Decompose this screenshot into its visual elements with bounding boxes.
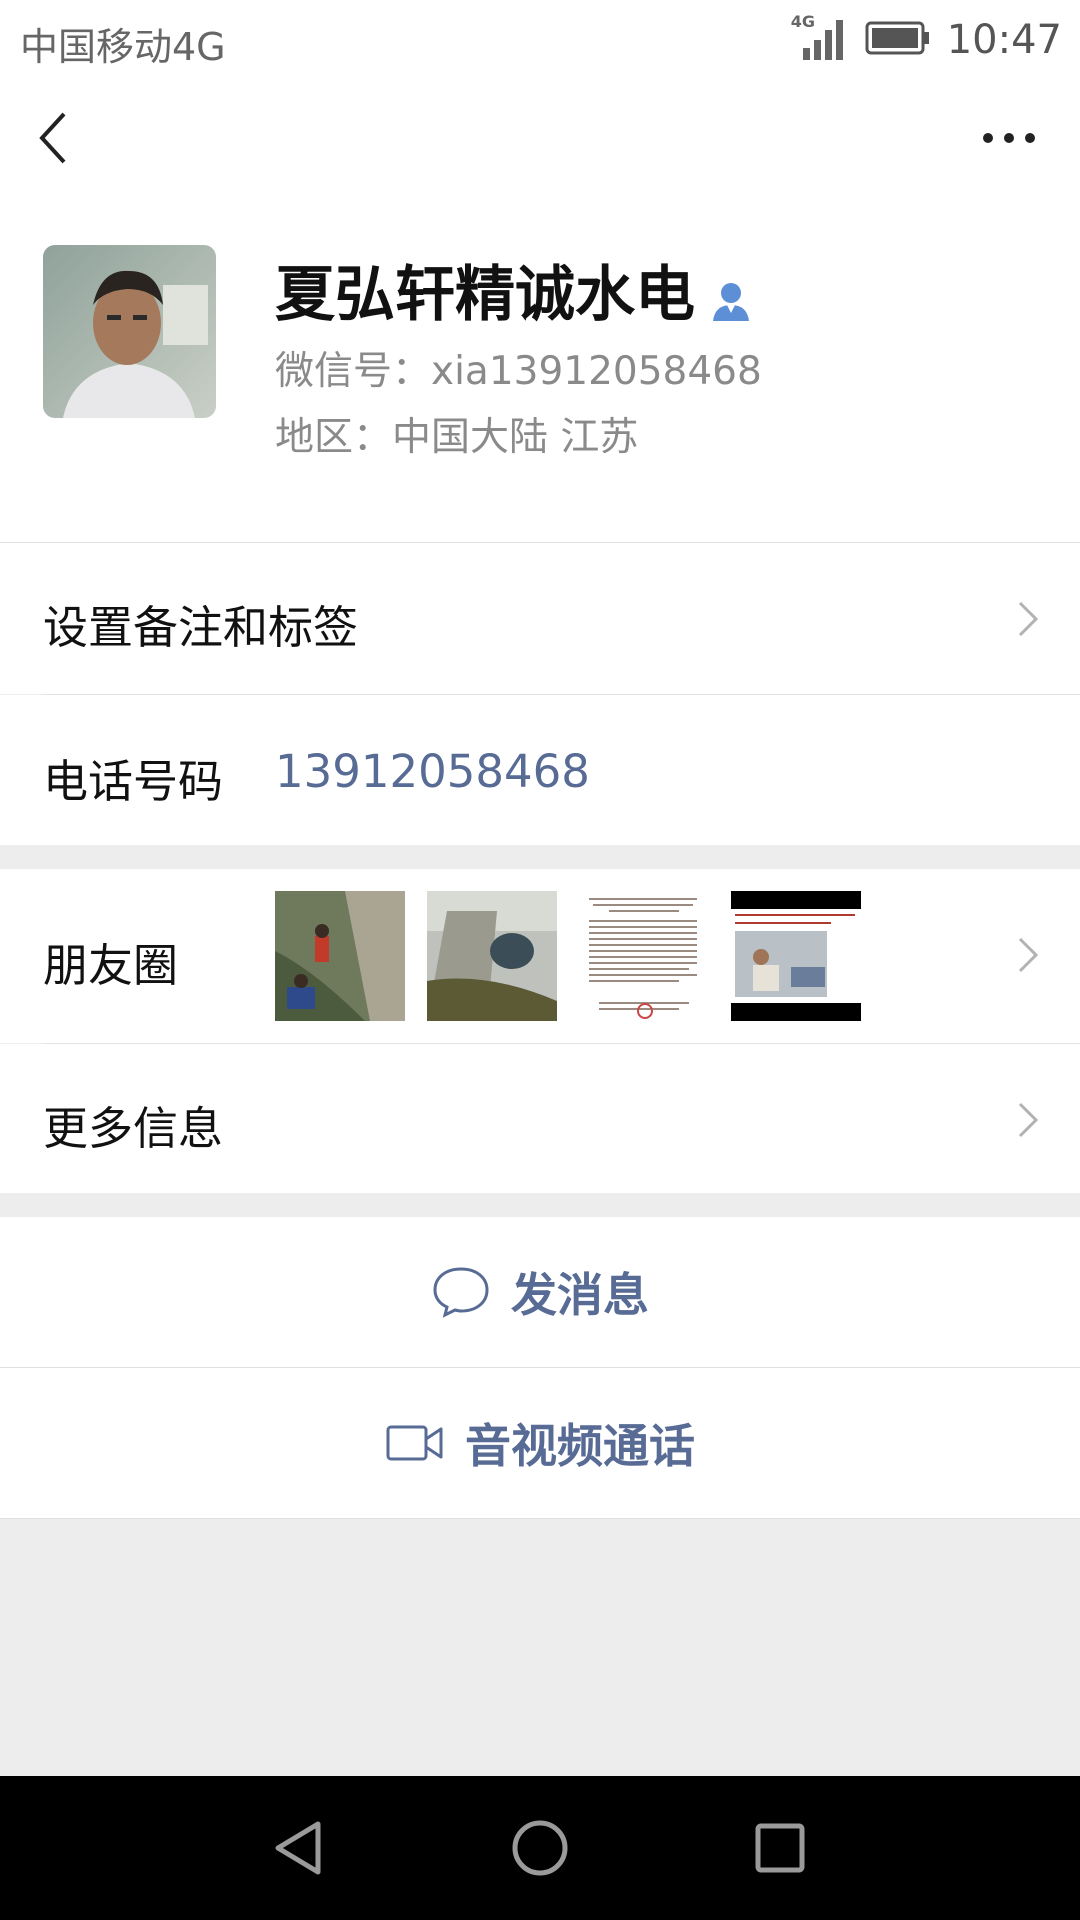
video-call-button[interactable]: 音视频通话 — [0, 1368, 1080, 1518]
chevron-right-icon — [1018, 1102, 1039, 1138]
square-recents-icon — [755, 1823, 805, 1873]
system-nav-bar — [0, 1776, 1080, 1920]
profile-header: 夏弘轩精诚水电 微信号：xia13912058468 地区：中国大陆 江苏 — [0, 198, 1080, 542]
nav-back-button[interactable] — [270, 1818, 330, 1878]
moments-label: 朋友圈 — [43, 939, 179, 992]
send-message-label: 发消息 — [511, 1268, 649, 1322]
phone-row[interactable]: 电话号码 13912058468 — [0, 695, 1080, 845]
chevron-right-icon — [1018, 937, 1039, 973]
carrier-label: 中国移动4G — [20, 25, 226, 69]
phone-number[interactable]: 13912058468 — [275, 745, 590, 798]
contact-name: 夏弘轩精诚水电 — [275, 246, 753, 333]
divider — [0, 1518, 1080, 1519]
top-bar — [0, 78, 1080, 198]
video-call-label: 音视频通话 — [465, 1419, 695, 1473]
more-info-row[interactable]: 更多信息 — [0, 1044, 1080, 1193]
nav-home-button[interactable] — [510, 1818, 570, 1878]
more-info-label: 更多信息 — [43, 1102, 224, 1155]
triangle-back-icon — [275, 1821, 321, 1875]
moments-row[interactable]: 朋友圈 — [0, 869, 1080, 1043]
avatar[interactable] — [43, 245, 216, 418]
circle-home-icon — [512, 1820, 568, 1876]
video-camera-icon — [386, 1425, 443, 1461]
person-icon — [709, 268, 753, 321]
remark-row[interactable]: 设置备注和标签 — [0, 543, 1080, 694]
wechat-id: 微信号：xia13912058468 — [275, 349, 762, 394]
back-button[interactable] — [30, 106, 78, 170]
contact-profile-screen: 中国移动4G 4G 10:47 夏弘轩精诚水电 微信号：xia139120584… — [0, 0, 1080, 1920]
moments-thumbnail — [427, 891, 557, 1021]
region: 地区：中国大陆 江苏 — [275, 415, 639, 460]
remark-label: 设置备注和标签 — [43, 601, 359, 654]
status-bar: 中国移动4G 4G 10:47 — [0, 0, 1080, 78]
status-indicators: 4G 10:47 — [791, 10, 1062, 70]
chat-bubble-icon — [433, 1267, 489, 1318]
clock: 10:47 — [946, 17, 1062, 63]
moments-thumbnails — [275, 891, 883, 1021]
phone-label: 电话号码 — [43, 755, 224, 808]
nav-recents-button[interactable] — [750, 1818, 810, 1878]
send-message-button[interactable]: 发消息 — [0, 1217, 1080, 1367]
chevron-right-icon — [1018, 601, 1039, 637]
moments-thumbnail — [275, 891, 405, 1021]
battery-icon — [865, 21, 931, 59]
signal-icon: 4G — [791, 12, 847, 62]
moments-thumbnail — [731, 891, 861, 1021]
more-dots-icon — [983, 133, 1035, 143]
chevron-left-icon — [39, 112, 66, 164]
more-button[interactable] — [974, 118, 1044, 158]
moments-thumbnail — [579, 891, 709, 1021]
contact-name-text: 夏弘轩精诚水电 — [275, 260, 695, 330]
